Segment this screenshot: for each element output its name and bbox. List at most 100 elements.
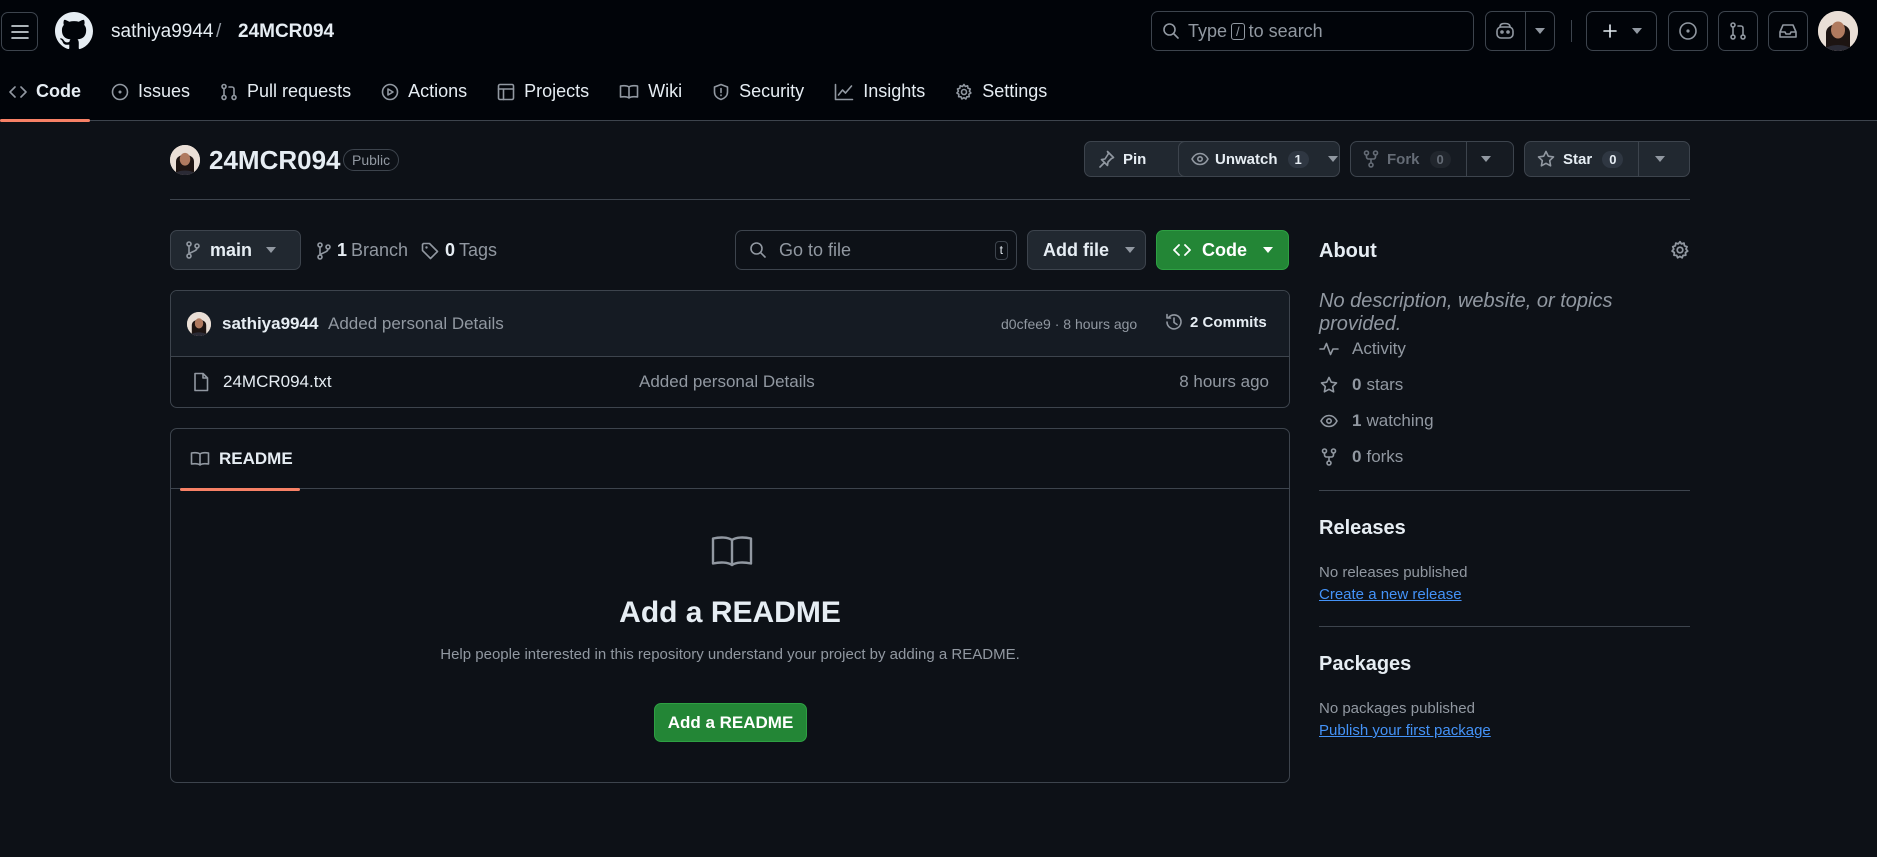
add-file-button[interactable]: Add file <box>1027 230 1146 270</box>
commit-message[interactable]: Added personal Details <box>328 314 504 334</box>
tab-projects[interactable]: Projects <box>488 62 598 121</box>
packages-title[interactable]: Packages <box>1319 653 1411 676</box>
shield-icon <box>713 83 729 100</box>
file-icon <box>194 372 209 392</box>
unwatch-button[interactable]: Unwatch 1 <box>1179 142 1319 176</box>
app-header: sathiya9944 / 24MCR094 Type / to search <box>0 0 1877 122</box>
stars-link[interactable]: 0 stars <box>1319 375 1403 395</box>
search-shortcut-key: / <box>1231 22 1245 40</box>
top-bar: sathiya9944 / 24MCR094 Type / to search <box>0 0 1877 62</box>
pulse-icon <box>1319 342 1339 356</box>
tab-wiki[interactable]: Wiki <box>610 62 691 121</box>
search-icon <box>750 242 766 258</box>
eye-icon <box>1191 152 1209 166</box>
star-icon <box>1320 376 1338 393</box>
packages-empty-text: No packages published <box>1319 700 1475 717</box>
tab-label: Code <box>36 81 81 101</box>
plus-icon <box>1602 24 1617 38</box>
watching-count: 1 <box>1352 411 1362 430</box>
chevron-down-icon <box>1534 28 1545 34</box>
inbox-icon <box>1779 24 1797 38</box>
repo-title-row: 24MCR094 Public Pin Unwatch 1 Fork 0 Sta… <box>170 140 1690 200</box>
tags-link[interactable]: 0 Tags <box>421 240 497 261</box>
tab-label: Wiki <box>648 81 683 101</box>
publish-package-link[interactable]: Publish your first package <box>1319 722 1491 739</box>
play-icon <box>381 83 399 100</box>
history-icon <box>1166 313 1182 330</box>
owner-avatar[interactable] <box>170 145 200 175</box>
commit-author[interactable]: sathiya9944 <box>222 314 318 334</box>
branches-link[interactable]: 1 Branch <box>317 240 408 261</box>
copilot-dropdown[interactable] <box>1526 12 1554 50</box>
file-commit-time: 8 hours ago <box>1179 372 1269 391</box>
activity-link[interactable]: Activity <box>1319 339 1406 359</box>
create-new-button[interactable] <box>1586 11 1657 51</box>
star-button[interactable]: Star 0 <box>1525 142 1638 176</box>
code-button[interactable]: Code <box>1156 230 1289 270</box>
issues-button[interactable] <box>1668 11 1708 51</box>
menu-button[interactable] <box>1 12 38 51</box>
tab-pull-requests[interactable]: Pull requests <box>211 62 360 121</box>
github-logo-icon[interactable] <box>55 12 93 50</box>
tag-label: Tags <box>459 240 498 260</box>
tab-readme[interactable]: README <box>180 429 300 491</box>
fork-label: Fork <box>1387 150 1420 168</box>
commits-link[interactable]: 2 Commits <box>1164 312 1267 332</box>
book-icon <box>619 84 639 99</box>
commit-meta[interactable]: d0cfee9 · 8 hours ago <box>1001 316 1137 332</box>
stars-count: 0 <box>1352 375 1362 394</box>
copilot-icon <box>1496 22 1515 39</box>
unwatch-label: Unwatch <box>1215 150 1278 168</box>
breadcrumb-owner[interactable]: sathiya9944 <box>111 21 213 43</box>
stars-label: stars <box>1366 375 1404 394</box>
divider <box>1319 626 1690 627</box>
inbox-button[interactable] <box>1768 11 1808 51</box>
fork-dropdown[interactable] <box>1467 142 1513 176</box>
visibility-badge: Public <box>343 149 400 171</box>
go-to-file-input[interactable]: Go to file t <box>735 230 1017 270</box>
breadcrumb-repo[interactable]: 24MCR094 <box>238 21 334 43</box>
forks-link[interactable]: 0 forks <box>1319 447 1403 467</box>
gear-icon[interactable] <box>1670 240 1690 260</box>
about-description: No description, website, or topics provi… <box>1319 290 1613 335</box>
branch-selector[interactable]: main <box>170 230 301 270</box>
search-input[interactable]: Type / to search <box>1151 11 1474 51</box>
star-count: 0 <box>1602 150 1624 168</box>
go-to-file-placeholder: Go to file <box>779 239 852 260</box>
watching-link[interactable]: 1 watching <box>1319 411 1434 431</box>
watching-label: watching <box>1366 411 1434 430</box>
issue-icon <box>111 83 129 100</box>
chevron-down-icon <box>266 247 277 253</box>
branch-icon <box>317 241 331 260</box>
fork-button[interactable]: Fork 0 <box>1351 142 1466 176</box>
releases-title[interactable]: Releases <box>1319 517 1406 540</box>
tab-security[interactable]: Security <box>703 62 813 121</box>
repo-name[interactable]: 24MCR094 <box>209 145 341 176</box>
copilot-button[interactable] <box>1486 12 1525 50</box>
tab-issues[interactable]: Issues <box>102 62 199 121</box>
releases-empty-text: No releases published <box>1319 564 1468 581</box>
commit-author-avatar[interactable] <box>187 312 211 336</box>
file-commit-message[interactable]: Added personal Details <box>639 372 815 392</box>
unwatch-button-group: Unwatch 1 <box>1178 141 1340 177</box>
add-readme-button[interactable]: Add a README <box>654 703 807 742</box>
add-file-label: Add file <box>1043 239 1109 260</box>
fork-count: 0 <box>1429 150 1451 168</box>
tab-settings[interactable]: Settings <box>946 62 1056 121</box>
tab-label: Pull requests <box>247 81 352 101</box>
pull-requests-button[interactable] <box>1718 11 1758 51</box>
user-avatar[interactable] <box>1818 11 1858 51</box>
hamburger-icon <box>10 24 29 39</box>
tab-code[interactable]: Code <box>0 62 90 122</box>
tab-insights[interactable]: Insights <box>825 62 934 121</box>
file-name[interactable]: 24MCR094.txt <box>223 372 332 392</box>
star-dropdown[interactable] <box>1639 142 1689 176</box>
tab-actions[interactable]: Actions <box>372 62 476 121</box>
chevron-down-icon <box>1327 156 1338 162</box>
table-row[interactable]: 24MCR094.txt Added personal Details 8 ho… <box>171 357 1289 407</box>
readme-subtitle: Help people interested in this repositor… <box>440 646 1020 663</box>
create-release-link[interactable]: Create a new release <box>1319 586 1462 603</box>
go-to-file-shortcut: t <box>994 241 1008 260</box>
branch-icon <box>186 241 200 259</box>
tab-label: Issues <box>138 81 191 101</box>
